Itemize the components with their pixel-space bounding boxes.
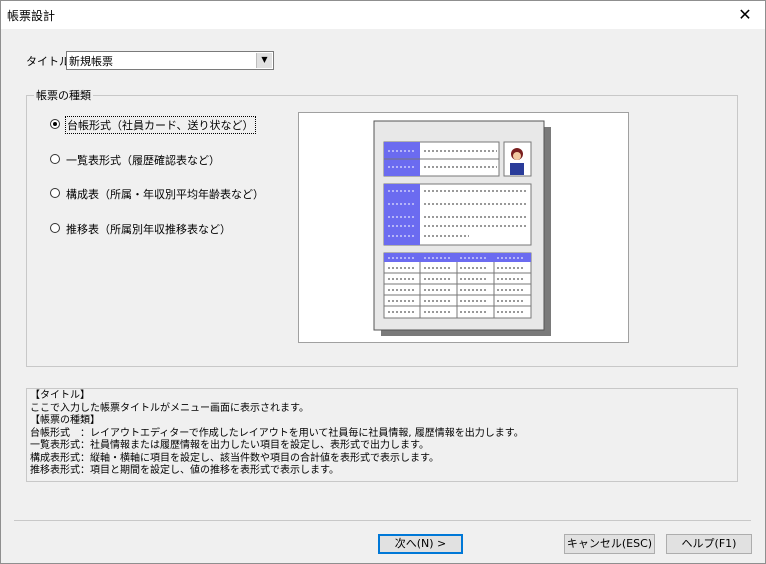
title-bar: 帳票設計 ✕ [1, 1, 765, 29]
radio-transition-label[interactable]: 推移表（所属別年収推移表など） [66, 221, 231, 237]
description-line: 台帳形式 ：レイアウトエディターで作成したレイアウトを用いて社員毎に社員情報, … [30, 427, 524, 439]
radio-composition-label[interactable]: 構成表（所属・年収別平均年齢表など） [66, 186, 264, 202]
radio-list-label[interactable]: 一覧表形式（履歴確認表など） [66, 152, 220, 168]
description-panel: 【タイトル】 ここで入力した帳票タイトルがメニュー画面に表示されます。 【帳票の… [26, 388, 738, 482]
title-combobox[interactable]: 新規帳票 ▼ [66, 51, 274, 70]
radio-ledger[interactable]: 台帳形式（社員カード、送り状など） [50, 116, 290, 134]
close-icon[interactable]: ✕ [725, 1, 765, 29]
radio-ledger-indicator[interactable] [50, 119, 60, 129]
footer-divider [14, 520, 751, 521]
radio-transition-indicator[interactable] [50, 223, 60, 233]
radio-composition-indicator[interactable] [50, 188, 60, 198]
title-combobox-value: 新規帳票 [69, 55, 113, 68]
history-table-header [384, 253, 531, 262]
help-button[interactable]: ヘルプ(F1) [666, 534, 752, 554]
cancel-button[interactable]: キャンセル(ESC) [564, 534, 655, 554]
report-type-group-title: 帳票の種類 [34, 87, 93, 103]
radio-transition[interactable]: 推移表（所属別年収推移表など） [50, 221, 290, 237]
dialog-window: 帳票設計 ✕ タイトル 新規帳票 ▼ 帳票の種類 台帳形式（社員カード、送り状な… [0, 0, 766, 564]
next-button[interactable]: 次へ(N) > [378, 534, 463, 554]
description-line: ここで入力した帳票タイトルがメニュー画面に表示されます。 [30, 402, 309, 414]
description-line: 一覧表形式：社員情報または履歴情報を出力したい項目を設定し、表形式で出力します。 [30, 440, 429, 451]
description-line: 構成表形式：縦軸・横軸に項目を設定し、該当件数や項目の合計値を表形式で表示します… [30, 452, 439, 464]
radio-composition[interactable]: 構成表（所属・年収別平均年齢表など） [50, 186, 290, 202]
chevron-down-icon[interactable]: ▼ [256, 53, 272, 68]
description-line: 推移表形式：項目と期間を設定し、値の推移を表形式で表示します。 [30, 465, 339, 476]
description-line: 【タイトル】 [30, 390, 90, 401]
radio-ledger-label[interactable]: 台帳形式（社員カード、送り状など） [65, 116, 256, 134]
radio-list-indicator[interactable] [50, 154, 60, 164]
report-preview [298, 112, 629, 343]
title-label: タイトル [26, 55, 70, 68]
ledger-preview-illustration [373, 120, 551, 336]
description-line: 【帳票の種類】 [30, 415, 100, 426]
radio-list[interactable]: 一覧表形式（履歴確認表など） [50, 152, 290, 168]
window-title: 帳票設計 [7, 9, 56, 23]
